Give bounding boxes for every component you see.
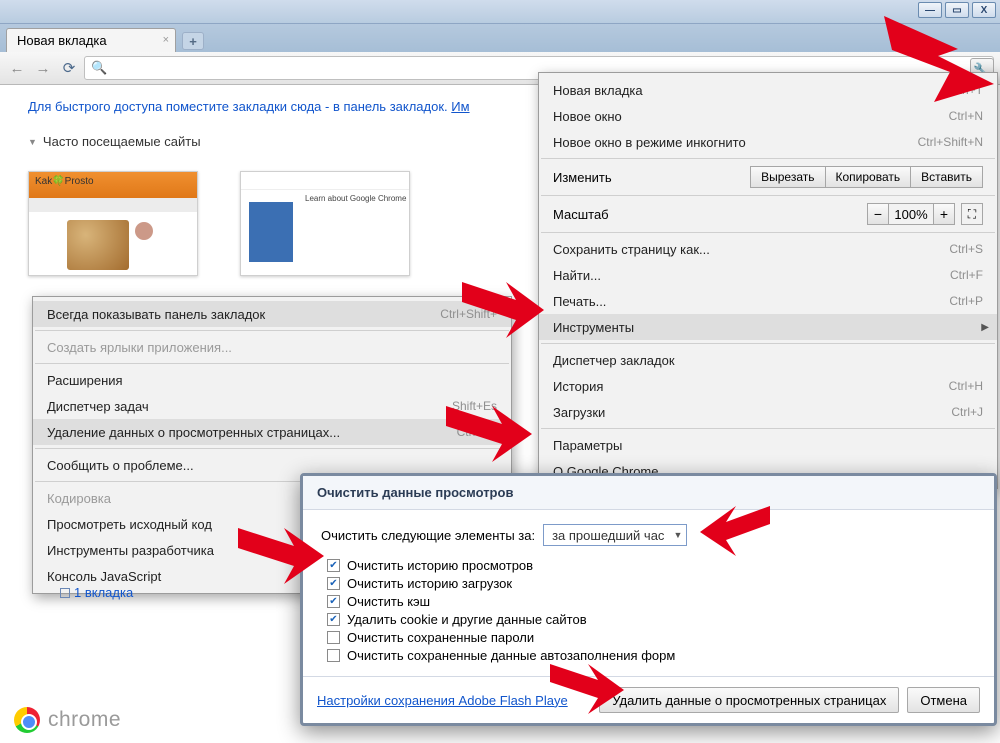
zoom-in-button[interactable]: + [933, 203, 955, 225]
search-icon: 🔍 [91, 60, 107, 76]
menu-history[interactable]: ИсторияCtrl+H [539, 373, 997, 399]
sub-clear-browsing-data[interactable]: Удаление данных о просмотренных страница… [33, 419, 511, 445]
bookmark-hint: Для быстрого доступа поместите закладки … [28, 99, 470, 114]
clear-browsing-data-dialog: Очистить данные просмотров Очистить след… [300, 473, 997, 726]
new-tab-button[interactable]: + [182, 32, 204, 50]
site-thumbnail[interactable]: Kak🍀Prosto [28, 171, 198, 276]
menu-tools[interactable]: Инструменты▶ [539, 314, 997, 340]
check-cookies[interactable]: ✔Удалить cookie и другие данные сайтов [327, 612, 976, 627]
zoom-out-button[interactable]: − [867, 203, 889, 225]
window-titlebar: — ▭ X [0, 0, 1000, 24]
maximize-button[interactable]: ▭ [945, 2, 969, 18]
flash-settings-link[interactable]: Настройки сохранения Adobe Flash Playe [317, 693, 568, 708]
sub-extensions[interactable]: Расширения [33, 367, 511, 393]
menu-save-page[interactable]: Сохранить страницу как...Ctrl+S [539, 236, 997, 262]
chrome-logo-icon [14, 707, 40, 733]
reload-button[interactable]: ⟳ [58, 57, 80, 79]
zoom-value: 100% [889, 203, 933, 225]
menu-find[interactable]: Найти...Ctrl+F [539, 262, 997, 288]
menu-downloads[interactable]: ЗагрузкиCtrl+J [539, 399, 997, 425]
site-thumbnail[interactable]: Learn about Google Chrome [240, 171, 410, 276]
wrench-menu: Новая вкладкаCtrl+T Новое окноCtrl+N Нов… [538, 72, 998, 489]
check-passwords[interactable]: Очистить сохраненные пароли [327, 630, 976, 645]
clear-data-button[interactable]: Удалить данные о просмотренных страницах [599, 687, 899, 713]
paste-button[interactable]: Вставить [911, 166, 983, 188]
menu-new-window[interactable]: Новое окноCtrl+N [539, 103, 997, 129]
cut-button[interactable]: Вырезать [750, 166, 825, 188]
tab-strip: Новая вкладка × + [0, 24, 1000, 52]
chevron-down-icon: ▼ [674, 530, 683, 540]
one-tab-label: 1 вкладка [60, 585, 133, 600]
menu-print[interactable]: Печать...Ctrl+P [539, 288, 997, 314]
menu-incognito[interactable]: Новое окно в режиме инкогнитоCtrl+Shift+… [539, 129, 997, 155]
check-history[interactable]: ✔Очистить историю просмотров [327, 558, 976, 573]
back-button[interactable]: ← [6, 57, 28, 79]
check-downloads[interactable]: ✔Очистить историю загрузок [327, 576, 976, 591]
close-button[interactable]: X [972, 2, 996, 18]
chevron-down-icon: ▼ [28, 137, 37, 147]
menu-settings[interactable]: Параметры [539, 432, 997, 458]
check-cache[interactable]: ✔Очистить кэш [327, 594, 976, 609]
minimize-button[interactable]: — [918, 2, 942, 18]
menu-zoom-row: Масштаб − 100% + ⛶ [539, 199, 997, 229]
chevron-right-icon: ▶ [981, 322, 989, 333]
period-label: Очистить следующие элементы за: [321, 528, 535, 543]
check-autofill[interactable]: Очистить сохраненные данные автозаполнен… [327, 648, 976, 663]
menu-bookmark-manager[interactable]: Диспетчер закладок [539, 347, 997, 373]
menu-edit-row: Изменить Вырезать Копировать Вставить [539, 162, 997, 192]
sub-task-manager[interactable]: Диспетчер задачShift+Es [33, 393, 511, 419]
tab-title: Новая вкладка [17, 33, 107, 48]
time-range-select[interactable]: за прошедший час▼ [543, 524, 687, 546]
fullscreen-button[interactable]: ⛶ [961, 203, 983, 225]
dialog-title: Очистить данные просмотров [303, 476, 994, 510]
chrome-wordmark: chrome [48, 708, 121, 732]
browser-tab[interactable]: Новая вкладка × [6, 28, 176, 52]
copy-button[interactable]: Копировать [826, 166, 912, 188]
cancel-button[interactable]: Отмена [907, 687, 980, 713]
sub-always-show-bookmarks[interactable]: Всегда показывать панель закладокCtrl+Sh… [33, 301, 511, 327]
menu-new-tab[interactable]: Новая вкладкаCtrl+T [539, 77, 997, 103]
close-icon[interactable]: × [163, 34, 169, 46]
sub-create-shortcuts: Создать ярлыки приложения... [33, 334, 511, 360]
forward-button[interactable]: → [32, 57, 54, 79]
